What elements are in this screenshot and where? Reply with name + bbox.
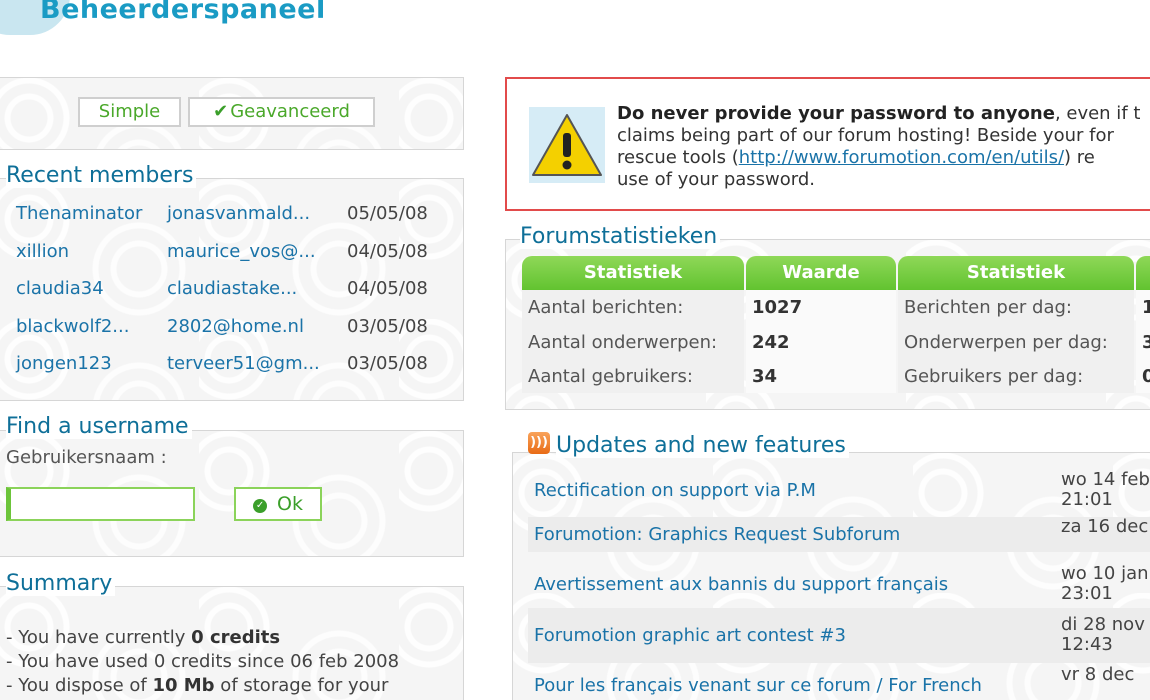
member-email-link[interactable]: maurice_vos@... [167,239,316,265]
update-title-link[interactable]: Avertissement aux bannis du support fran… [534,574,948,595]
forumotion-utils-link[interactable]: http://www.forumotion.com/en/utils/ [739,147,1064,168]
stat-label: Aantal onderwerpen: [528,331,718,353]
stats-title: Forumstatistieken [520,225,721,249]
member-join-date: 03/05/08 [347,315,428,337]
rss-icon[interactable]: ))) [528,432,550,454]
update-row: Forumotion: Graphics Request Subforum za … [528,517,1150,552]
update-date: wo 10 jan 23:01 [1061,563,1149,604]
update-row: Rectification on support via P.M wo 14 fe… [528,468,1150,513]
password-warning-box: Do never provide your password to anyone… [505,77,1150,211]
stat-value: 34 [752,366,778,387]
stat-value-2: 0 [1142,366,1150,387]
update-title-link[interactable]: Rectification on support via P.M [534,480,816,501]
simple-mode-button[interactable]: Simple [78,97,181,127]
stat-label-2: Onderwerpen per dag: [904,331,1108,353]
updates-title: Updates and new features [556,434,849,458]
checkmark-icon: ✔ [213,101,229,122]
update-date: di 28 nov 12:43 [1061,614,1145,655]
member-email-link[interactable]: jonasvanmald... [167,201,310,227]
stat-value: 242 [752,331,790,353]
stats-header-statistic-2: Statistiek [898,256,1134,290]
warning-icon [529,107,605,183]
member-name-link[interactable]: Thenaminator [16,201,142,227]
stat-label-2: Gebruikers per dag: [904,366,1084,387]
update-title-link[interactable]: Forumotion: Graphics Request Subforum [534,524,900,545]
member-name-link[interactable]: blackwolf2... [16,314,129,340]
member-email-link[interactable]: terveer51@gm... [167,351,320,377]
check-circle-icon: ✓ [253,499,268,513]
update-title-link[interactable]: Forumotion graphic art contest #3 [534,625,846,646]
update-row: Forumotion graphic art contest #3 di 28 n… [528,608,1150,663]
username-label: Gebruikersnaam : [6,447,167,468]
summary-storage-line: - You dispose of 10 Mb of storage for yo… [6,675,389,696]
stat-label: Aantal gebruikers: [528,366,693,387]
member-join-date: 03/05/08 [347,353,428,374]
advanced-mode-button[interactable]: ✔ Geavanceerd [188,97,375,127]
stat-label-2: Berichten per dag: [904,297,1072,318]
stats-header-value: Waarde [746,256,896,290]
update-title-link[interactable]: Pour les français venant sur ce forum / … [534,675,982,696]
member-join-date: 05/05/08 [347,203,428,224]
summary-title: Summary [6,572,116,596]
member-name-link[interactable]: claudia34 [16,276,104,302]
stat-value-2: 3 [1142,331,1150,353]
find-username-title: Find a username [6,415,192,439]
member-name-link[interactable]: jongen123 [16,351,112,377]
recent-members-title: Recent members [6,164,197,188]
stats-header-value-2 [1136,256,1150,290]
summary-credits-line: - You have currently 0 credits [6,627,281,648]
username-input[interactable] [6,487,195,521]
member-join-date: 04/05/08 [347,240,428,262]
member-email-link[interactable]: 2802@home.nl [167,314,304,340]
stats-header-statistic: Statistiek [522,256,744,290]
summary-used-line: - You have used 0 credits since 06 feb 2… [6,651,400,672]
update-date: vr 8 dec [1061,664,1135,685]
update-row: Avertissement aux bannis du support fran… [528,562,1150,608]
page-title: Beheerderspaneel [40,0,326,25]
stat-value-2: 1 [1142,297,1150,318]
member-join-date: 04/05/08 [347,278,428,299]
update-row: Pour les français venant sur ce forum / … [528,663,1150,700]
ok-button[interactable]: ✓ Ok [234,487,322,521]
admin-panel-page: Beheerderspaneel Simple ✔ Geavanceerd Rec… [0,0,1150,700]
warning-text: Do never provide your password to anyone… [617,103,1141,190]
member-name-link[interactable]: xillion [16,239,69,265]
update-date: za 16 dec [1061,516,1149,537]
update-date: wo 14 feb 21:01 [1061,469,1150,510]
stat-value: 1027 [752,297,803,318]
member-email-link[interactable]: claudiastake... [167,276,297,302]
stat-label: Aantal berichten: [528,297,684,318]
